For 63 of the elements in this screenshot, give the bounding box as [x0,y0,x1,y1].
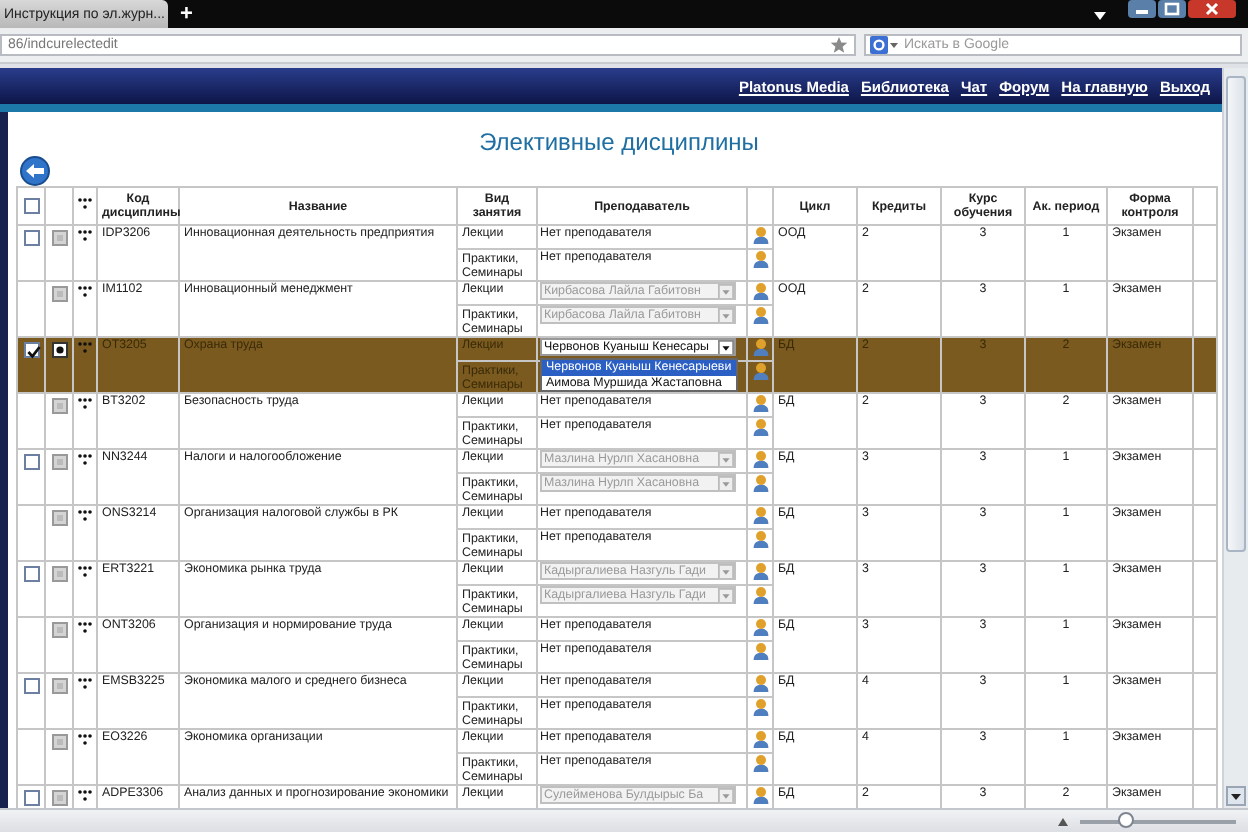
person-icon[interactable] [751,618,769,636]
person-icon[interactable] [751,674,769,692]
row-marker-icon[interactable] [51,566,67,582]
person-icon[interactable] [751,642,769,660]
row-marker-icon[interactable] [51,286,67,302]
minimize-icon[interactable] [1128,0,1156,18]
checkbox[interactable] [23,198,39,214]
person-icon[interactable] [751,250,769,268]
person-icon[interactable] [751,338,769,356]
checkbox[interactable] [23,342,39,358]
checkbox[interactable] [23,678,39,694]
row-marker-icon[interactable] [51,342,67,358]
person-icon[interactable] [751,282,769,300]
person-icon[interactable] [751,786,769,804]
person-icon[interactable] [751,306,769,324]
person-icon[interactable] [751,226,769,244]
row-marker-icon[interactable] [51,398,67,414]
page-title: Элективные дисциплины [479,128,759,156]
dots-icon[interactable] [78,734,92,746]
row-marker-icon[interactable] [51,678,67,694]
row-marker-icon[interactable] [51,230,67,246]
person-icon[interactable] [751,730,769,748]
close-icon[interactable] [1188,0,1236,18]
slider-thumb[interactable] [1118,812,1135,828]
person-icon[interactable] [751,586,769,604]
dots-icon[interactable] [78,622,92,634]
person-icon[interactable] [751,562,769,580]
dots-icon[interactable] [78,678,92,690]
caret-icon [718,340,734,354]
checkbox[interactable] [23,454,39,470]
checkbox[interactable] [23,230,39,246]
dots-icon[interactable] [78,454,92,466]
dots-icon[interactable] [78,342,92,354]
new-tab-button[interactable]: + [180,0,193,28]
scroll-down-icon[interactable] [1226,786,1246,806]
dots-icon[interactable] [78,230,92,242]
dots-icon[interactable] [78,286,92,298]
row-marker-icon[interactable] [51,790,67,806]
checkbox[interactable] [23,566,39,582]
row-marker-icon[interactable] [51,734,67,750]
dots-icon[interactable] [78,398,92,410]
dots-icon[interactable] [78,510,92,522]
zoom-out-icon[interactable] [1058,818,1068,826]
dots-icon[interactable] [78,790,92,802]
person-icon[interactable] [751,754,769,772]
dots-icon[interactable] [78,566,92,578]
star-icon[interactable] [830,36,848,54]
checkbox[interactable] [23,790,39,806]
person-icon[interactable] [751,698,769,716]
maximize-icon[interactable] [1158,0,1186,18]
search-engine-icon[interactable] [870,36,898,54]
row-marker-icon[interactable] [51,622,67,638]
person-icon[interactable] [751,474,769,492]
row-marker-icon[interactable] [51,510,67,526]
person-icon[interactable] [751,362,769,380]
person-icon[interactable] [751,394,769,412]
row-marker-icon[interactable] [51,454,67,470]
person-icon[interactable] [751,506,769,524]
person-icon[interactable] [751,530,769,548]
dots-icon[interactable] [78,198,92,210]
person-icon[interactable] [751,418,769,436]
dropdown-icon[interactable] [1094,12,1106,20]
person-icon[interactable] [751,450,769,468]
